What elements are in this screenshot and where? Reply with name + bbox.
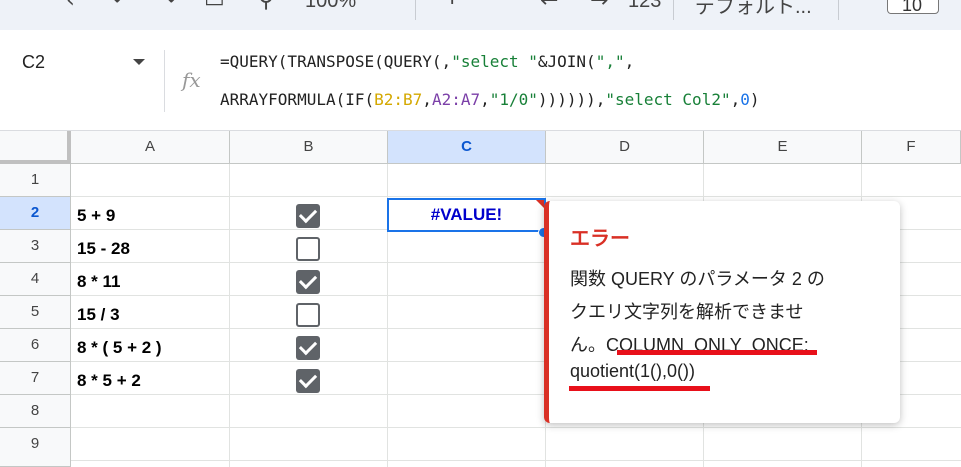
paint-format-icon[interactable]: ⚲ [258,0,274,13]
row-header-4[interactable]: 4 [0,263,71,296]
zoom-select[interactable]: 100% [305,0,356,13]
currency-icon[interactable]: ¬ [437,0,455,13]
cell-a5[interactable]: 15 / 3 [77,298,120,331]
toolbar-divider [415,0,416,20]
error-message-line: quotient(1(),0()) [570,361,696,381]
formula-line-2[interactable]: ARRAYFORMULA(IF(B2:B7,A2:A7,"1/0")))))),… [220,90,760,109]
checkbox-b7-checked[interactable] [296,369,320,393]
row-header-2[interactable]: 2 [0,197,71,230]
red-underline-annotation [617,350,817,355]
fx-icon: fx [182,68,201,92]
row-header-3[interactable]: 3 [0,230,71,263]
red-underline-annotation [569,386,710,391]
column-header-c[interactable]: C [388,131,546,164]
row-header-6[interactable]: 6 [0,329,71,362]
gridline [71,460,961,461]
cell-a4[interactable]: 8 * 11 [77,265,121,298]
decrease-decimal-icon[interactable]: ← [540,0,558,13]
formula-bar: C2 fx =QUERY(TRANSPOSE(QUERY(,"select "&… [0,30,961,131]
print-icon[interactable]: ▭ [204,0,225,13]
error-title: エラー [570,228,630,250]
name-box[interactable]: C2 [22,52,45,73]
cell-a3[interactable]: 15 - 28 [77,232,130,265]
column-header-f[interactable]: F [862,131,961,164]
font-size-value: 10 [902,0,923,15]
increase-decimal-icon[interactable]: → [590,0,608,13]
select-all-corner[interactable] [0,131,71,164]
gridline [71,196,961,197]
cell-a6[interactable]: 8 * ( 5 + 2 ) [77,331,162,364]
cell-a7[interactable]: 8 * 5 + 2 [77,364,141,397]
checkbox-b2-checked[interactable] [296,204,320,228]
checkbox-b6-checked[interactable] [296,336,320,360]
column-header-d[interactable]: D [546,131,704,164]
formula-line-1[interactable]: =QUERY(TRANSPOSE(QUERY(,"select "&JOIN("… [220,52,634,71]
column-header-b[interactable]: B [230,131,388,164]
row-header-1[interactable]: 1 [0,164,71,197]
error-message-line: 関数 QUERY のパラメータ 2 の [570,269,825,289]
column-header-e[interactable]: E [704,131,862,164]
row-header-8[interactable]: 8 [0,395,71,428]
font-size-input[interactable]: 10 [887,0,939,15]
row-header-7[interactable]: 7 [0,362,71,395]
formula-bar-divider [164,50,165,112]
error-indicator-icon[interactable] [536,200,544,208]
name-box-dropdown-icon[interactable] [133,59,145,65]
gridline [229,164,230,467]
cell-c2-selected[interactable]: #VALUE! [387,198,546,232]
row-header-5[interactable]: 5 [0,296,71,329]
column-header-a[interactable]: A [71,131,230,164]
redo-icon[interactable]: ↷ [158,0,176,13]
gridline [71,427,961,428]
toolbar: ‹ ↶ ↷ ▭ ⚲ 100% ¬ ← → 123 デフォルト... 10 [0,0,961,30]
toolbar-divider [673,0,674,20]
font-select[interactable]: デフォルト... [695,0,812,19]
error-message-line: クエリ文字列を解析できませ [570,302,804,322]
undo-icon[interactable]: ↶ [112,0,130,13]
checkbox-b4-checked[interactable] [296,270,320,294]
back-icon[interactable]: ‹ [66,0,75,13]
checkbox-b3-unchecked[interactable] [296,237,320,261]
toolbar-divider [838,0,839,20]
row-header-9[interactable]: 9 [0,428,71,467]
checkbox-b5-unchecked[interactable] [296,303,320,327]
cell-a2[interactable]: 5 + 9 [77,199,115,232]
number-format[interactable]: 123 [628,0,661,13]
